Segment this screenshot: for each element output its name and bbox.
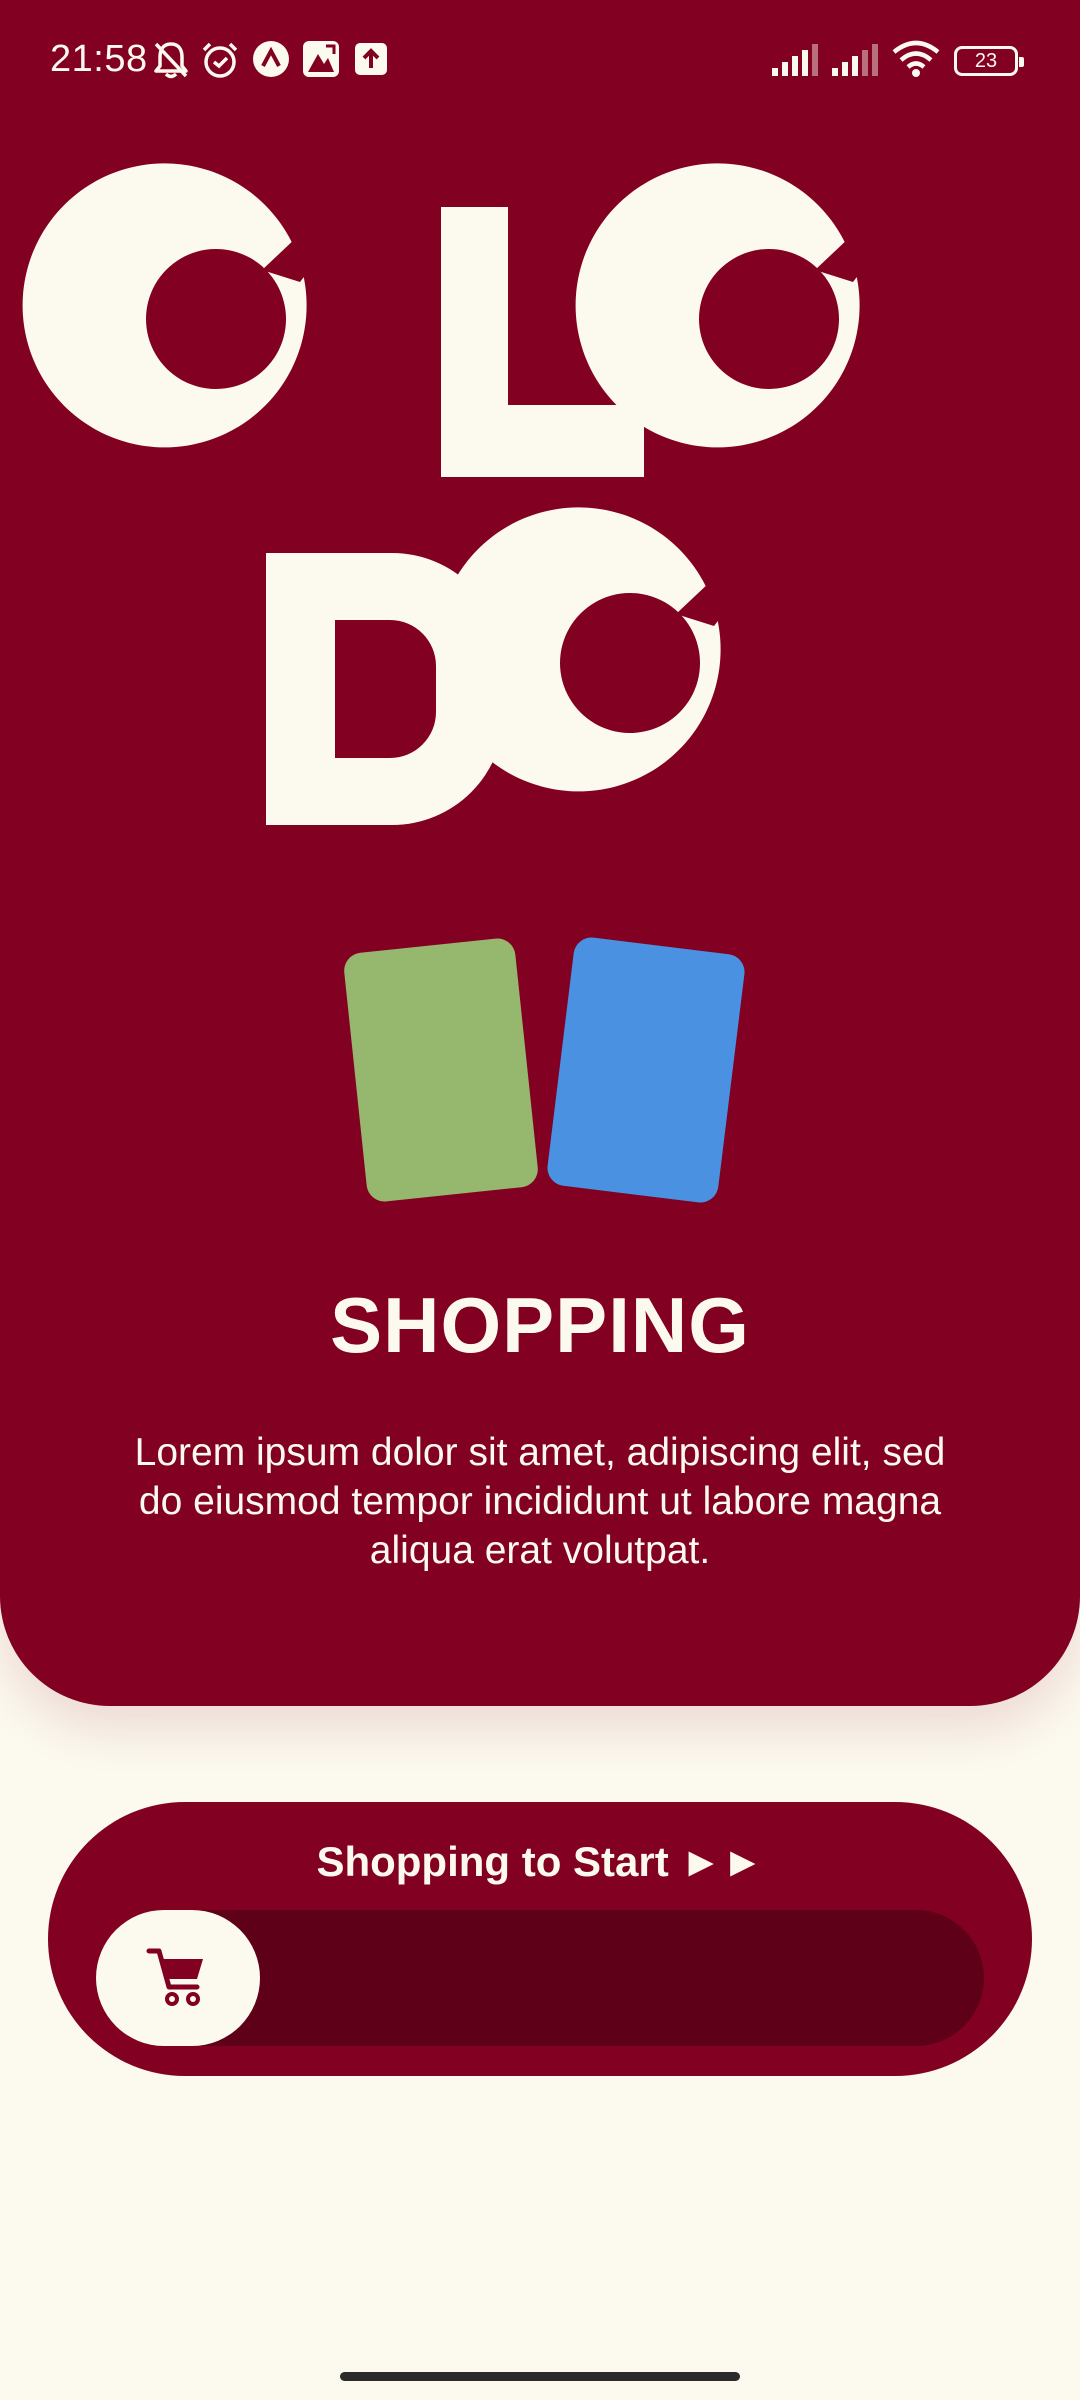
blue-card-illustration xyxy=(545,935,747,1205)
swipe-label: Shopping to Start ►► xyxy=(316,1838,764,1885)
onboarding-title: SHOPPING xyxy=(330,1281,750,1369)
green-card-illustration xyxy=(342,936,540,1204)
swipe-track[interactable] xyxy=(96,1910,984,2046)
onboarding-description: Lorem ipsum dolor sit amet, adipiscing e… xyxy=(134,1431,946,1572)
hero-panel: 21:58 23 SHOPPING Lorem ipsum dolor sit … xyxy=(0,0,1080,1706)
home-indicator xyxy=(340,2372,740,2381)
swipe-to-start-button[interactable]: Shopping to Start ►► xyxy=(48,1802,1032,2076)
olodo-logo xyxy=(22,163,899,825)
swipe-knob[interactable] xyxy=(96,1910,260,2046)
cart-icon xyxy=(146,1948,203,2006)
